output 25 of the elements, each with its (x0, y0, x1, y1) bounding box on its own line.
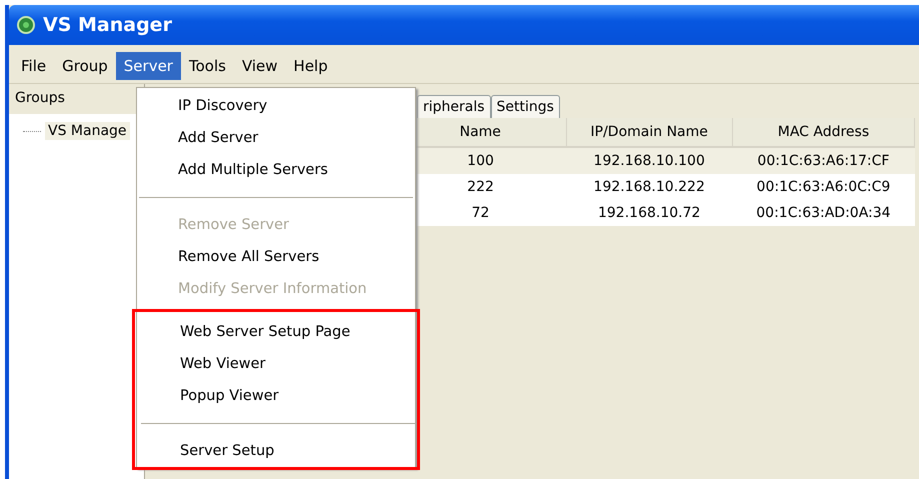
table-cell: 192.168.10.222 (566, 174, 732, 200)
menu-bar-item[interactable]: Help (286, 52, 336, 80)
menu-bar-item[interactable]: Group (54, 52, 116, 80)
menu-item[interactable]: Remove All Servers (137, 241, 415, 273)
menu-bar-item[interactable]: Tools (180, 52, 234, 80)
menu-item[interactable]: Web Server Setup Page (139, 316, 417, 348)
menu-item[interactable]: Server Setup (139, 435, 417, 467)
tab[interactable]: ripherals (417, 95, 491, 118)
menu-item[interactable]: Web Viewer (139, 348, 417, 380)
table-cell: 192.168.10.100 (566, 147, 732, 174)
tree-item[interactable]: VS Manage (45, 122, 130, 140)
column-header[interactable]: IP/Domain Name (566, 118, 732, 147)
menu-bar-item[interactable]: View (234, 52, 286, 80)
menu-item[interactable]: Popup Viewer (139, 380, 417, 412)
tab[interactable]: Settings (490, 95, 560, 118)
table-cell: 00:1C:63:A6:0C:C9 (732, 174, 914, 200)
app-icon (17, 16, 35, 34)
menu-bar-item[interactable]: Server (116, 52, 181, 80)
window-title: VS Manager (43, 14, 172, 36)
panel-title: Groups (9, 84, 144, 114)
menu-bar-item[interactable]: File (13, 52, 54, 80)
table-cell: 192.168.10.72 (566, 200, 732, 226)
table-cell: 00:1C:63:A6:17:CF (732, 147, 914, 174)
column-header[interactable]: MAC Address (732, 118, 914, 147)
table-cell: 00:1C:63:AD:0A:34 (732, 200, 914, 226)
